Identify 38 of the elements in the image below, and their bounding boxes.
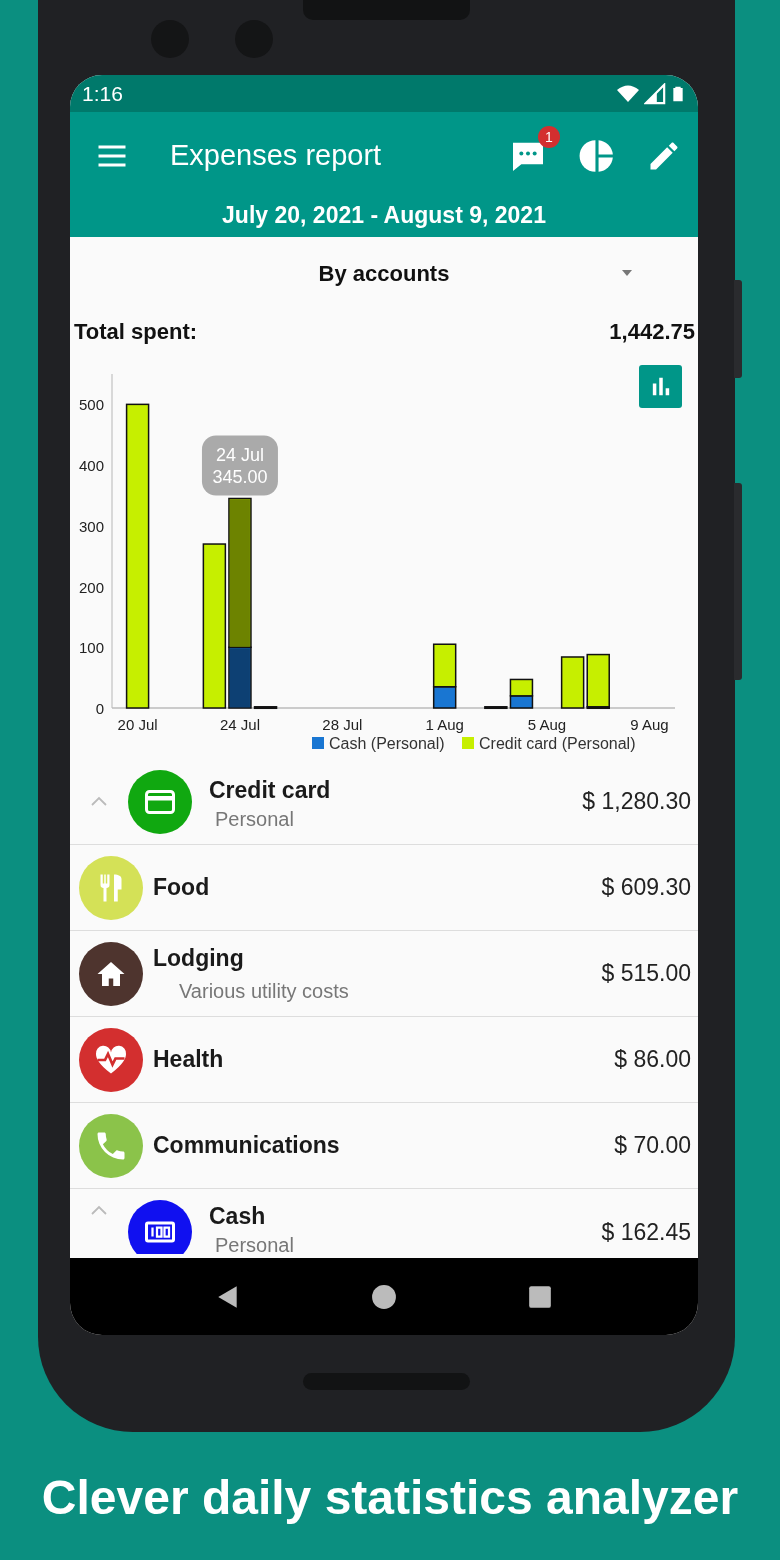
account-name: Cash bbox=[209, 1202, 267, 1231]
y-tick-label: 300 bbox=[78, 517, 104, 535]
notification-badge: 1 bbox=[538, 126, 560, 148]
category-amount: $ 609.30 bbox=[601, 873, 691, 903]
total-label: Total spent: bbox=[74, 318, 198, 346]
annotation: 24 Jul 345.00 bbox=[212, 445, 268, 488]
y-tick-label: 200 bbox=[78, 578, 104, 596]
category-amount: $ 515.00 bbox=[601, 959, 691, 989]
y-tick-label: 0 bbox=[95, 700, 104, 717]
x-tick-label: 24 Jul bbox=[219, 716, 260, 733]
total-value: 1,442.75 bbox=[609, 318, 695, 346]
account-type: Personal bbox=[215, 807, 295, 830]
legend-item: Cash (Personal) bbox=[312, 735, 445, 752]
y-tick-label: 400 bbox=[78, 457, 104, 475]
x-tick-label: 5 Aug bbox=[527, 716, 567, 733]
category-name: Health bbox=[153, 1045, 224, 1075]
category-amount: $ 70.00 bbox=[614, 1131, 691, 1161]
value-tooltip: 24 Jul 345.00 bbox=[201, 435, 278, 496]
category-amount: $ 86.00 bbox=[614, 1045, 691, 1075]
category-name: Lodging bbox=[153, 944, 245, 974]
account-name: Credit card bbox=[209, 776, 331, 806]
legend-item: Credit card (Personal) bbox=[462, 735, 636, 752]
x-tick-label: 28 Jul bbox=[322, 716, 363, 733]
y-tick-label: 100 bbox=[78, 639, 104, 657]
date-range: July 20, 2021 - August 9, 2021 bbox=[70, 200, 698, 237]
category-name: Food bbox=[153, 873, 210, 903]
account-type: Personal bbox=[215, 1233, 294, 1254]
account-amount: $ 162.45 bbox=[601, 1218, 691, 1247]
category-name: Communications bbox=[153, 1131, 340, 1161]
caption: Clever daily statistics analyzer bbox=[40, 1470, 740, 1526]
screen-title: Expenses report bbox=[170, 138, 383, 174]
category-note: Various utility costs bbox=[179, 978, 349, 1004]
x-tick-label: 20 Jul bbox=[117, 716, 158, 733]
x-tick-label: 1 Aug bbox=[425, 716, 464, 733]
x-tick-label: 9 Aug bbox=[630, 716, 669, 733]
status-time: 1:16 bbox=[82, 80, 123, 107]
account-amount: $ 1,280.30 bbox=[582, 787, 691, 817]
y-tick-label: 500 bbox=[78, 396, 104, 414]
